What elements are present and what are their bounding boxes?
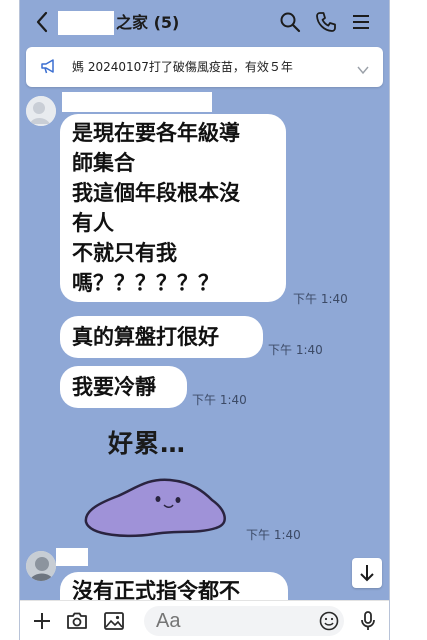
plus-icon[interactable]	[30, 609, 54, 633]
camera-icon[interactable]	[65, 609, 89, 633]
emoji-icon[interactable]	[318, 610, 340, 632]
message-bubble[interactable]: 是現在要各年級導 師集合 我這個年段根本沒 有人 不就只有我 嗎？？？？？？	[60, 114, 286, 302]
scroll-to-bottom-button[interactable]	[352, 558, 382, 588]
message-input[interactable]	[144, 606, 344, 636]
redacted-sender-name	[62, 92, 212, 112]
redacted-sender-name	[56, 548, 88, 566]
menu-icon[interactable]	[350, 11, 372, 33]
redacted-name	[58, 11, 114, 35]
message-line: 我這個年段根本沒	[72, 181, 240, 205]
message-line: 師集合	[72, 151, 135, 175]
chat-title[interactable]: 之家 (5)	[116, 11, 179, 35]
sticker-caption: 好累…	[108, 429, 187, 458]
image-icon[interactable]	[102, 609, 126, 633]
message-bubble[interactable]: 我要冷靜	[60, 366, 187, 408]
back-icon[interactable]	[34, 10, 52, 34]
announcement-text: 媽 20240107打了破傷風疫苗，有效５年	[72, 60, 293, 74]
purple-blob-sticker[interactable]	[80, 474, 230, 540]
megaphone-icon	[40, 59, 58, 75]
message-line: 不就只有我	[72, 241, 177, 265]
message-time: 下午 1:40	[268, 343, 323, 357]
chat-header: 之家 (5)	[20, 0, 389, 44]
message-time: 下午 1:40	[192, 393, 247, 407]
message-bubble[interactable]: 真的算盤打很好	[60, 316, 263, 358]
message-line: 有人	[72, 211, 114, 235]
message-time: 下午 1:40	[246, 528, 301, 542]
message-line: 嗎？？？？？？	[72, 271, 219, 295]
message-line: 是現在要各年級導	[72, 121, 240, 145]
message-time: 下午 1:40	[293, 292, 348, 306]
mic-icon[interactable]	[356, 609, 380, 633]
avatar[interactable]	[26, 551, 56, 581]
chat-screen: 之家 (5) 媽 20240107打了破傷風疫苗，有效５年 是現在要各年級導 師…	[19, 0, 390, 640]
announcement-bar[interactable]: 媽 20240107打了破傷風疫苗，有效５年	[26, 47, 383, 87]
phone-icon[interactable]	[315, 11, 337, 33]
chevron-down-icon[interactable]	[356, 61, 370, 75]
message-input-bar	[20, 600, 389, 640]
search-icon[interactable]	[279, 11, 301, 33]
avatar[interactable]	[26, 96, 56, 126]
